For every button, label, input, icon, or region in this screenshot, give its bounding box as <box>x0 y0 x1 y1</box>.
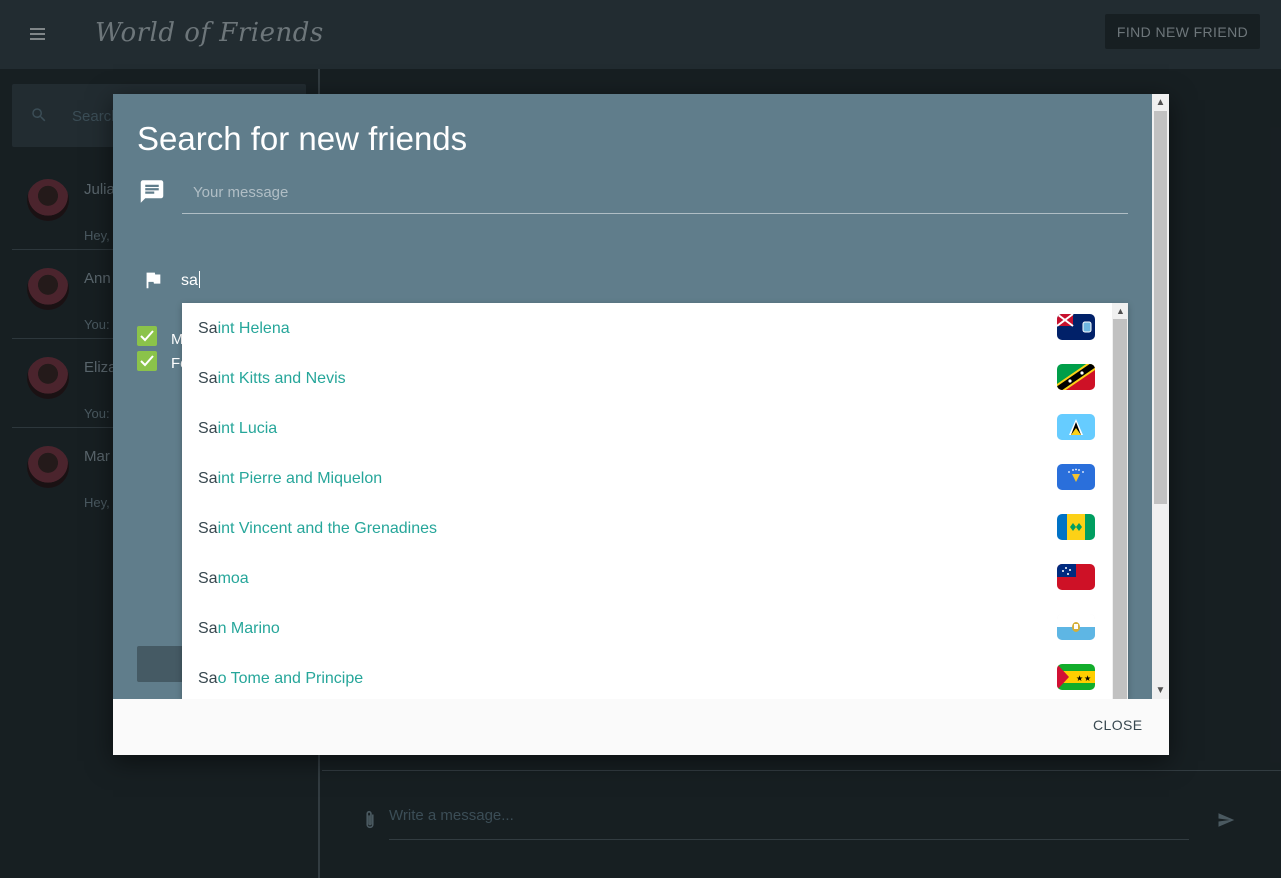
svg-text:★: ★ <box>1084 674 1091 683</box>
check-icon <box>140 355 154 367</box>
saint-pierre-flag-icon <box>1057 464 1095 490</box>
suggestion-label: Saint Lucia <box>198 420 278 437</box>
suggestion-label: Sao Tome and Principe <box>198 670 364 687</box>
suggestion-label: Saint Kitts and Nevis <box>198 370 346 387</box>
suggestion-item[interactable]: Saint Vincent and the Grenadines <box>182 503 1112 553</box>
suggestion-label: Samoa <box>198 570 249 587</box>
svg-text:★: ★ <box>1076 674 1083 683</box>
suggestion-item[interactable]: Samoa <box>182 553 1112 603</box>
saint-vincent-flag-icon <box>1057 514 1095 540</box>
country-autocomplete-list: Saint Helena Saint Kitts and Nevis Saint… <box>182 303 1128 699</box>
suggestion-item[interactable]: Saint Kitts and Nevis <box>182 353 1112 403</box>
suggestion-label: Saint Pierre and Miquelon <box>198 470 383 487</box>
suggestion-label: San Marino <box>198 620 280 637</box>
suggestion-item[interactable]: Saint Pierre and Miquelon <box>182 453 1112 503</box>
suggestion-item[interactable]: Saint Lucia <box>182 403 1112 453</box>
scroll-up-icon[interactable]: ▲ <box>1116 307 1125 316</box>
scroll-down-icon[interactable]: ▼ <box>1152 682 1169 699</box>
message-icon <box>140 180 164 203</box>
search-friends-dialog: Search for new friends Your message sa M… <box>113 94 1169 755</box>
dialog-scrollbar[interactable]: ▲ ▼ <box>1152 94 1169 699</box>
country-input[interactable]: sa <box>181 271 200 290</box>
close-button[interactable]: CLOSE <box>1093 717 1142 733</box>
suggestion-label: Saint Helena <box>198 320 290 337</box>
suggestion-item[interactable]: Saint Helena <box>182 303 1112 353</box>
dialog-actions: CLOSE <box>113 699 1169 755</box>
suggestion-item[interactable]: San Marino <box>182 603 1112 653</box>
flag-icon <box>146 272 161 289</box>
dialog-scrollbar-thumb[interactable] <box>1154 111 1167 504</box>
san-marino-flag-icon <box>1057 614 1095 640</box>
scroll-up-icon[interactable]: ▲ <box>1152 94 1169 111</box>
checkbox-female[interactable] <box>137 351 157 371</box>
check-icon <box>140 330 154 342</box>
country-input-value: sa <box>181 272 198 289</box>
text-caret <box>198 271 200 288</box>
saint-helena-flag-icon <box>1057 314 1095 340</box>
saint-lucia-flag-icon <box>1057 414 1095 440</box>
suggestion-item[interactable]: Sao Tome and Principe ★ ★ <box>182 653 1112 699</box>
checkbox-male[interactable] <box>137 326 157 346</box>
dialog-body: Search for new friends Your message sa M… <box>113 94 1152 699</box>
sao-tome-flag-icon: ★ ★ <box>1057 664 1095 690</box>
saint-kitts-flag-icon <box>1057 364 1095 390</box>
dropdown-scrollbar-thumb[interactable] <box>1113 319 1127 699</box>
samoa-flag-icon <box>1057 564 1095 590</box>
dialog-title: Search for new friends <box>137 120 468 157</box>
dialog-message-input[interactable]: Your message <box>182 176 1128 214</box>
suggestion-label: Saint Vincent and the Grenadines <box>198 520 437 537</box>
dropdown-scrollbar[interactable]: ▲ <box>1112 303 1128 699</box>
